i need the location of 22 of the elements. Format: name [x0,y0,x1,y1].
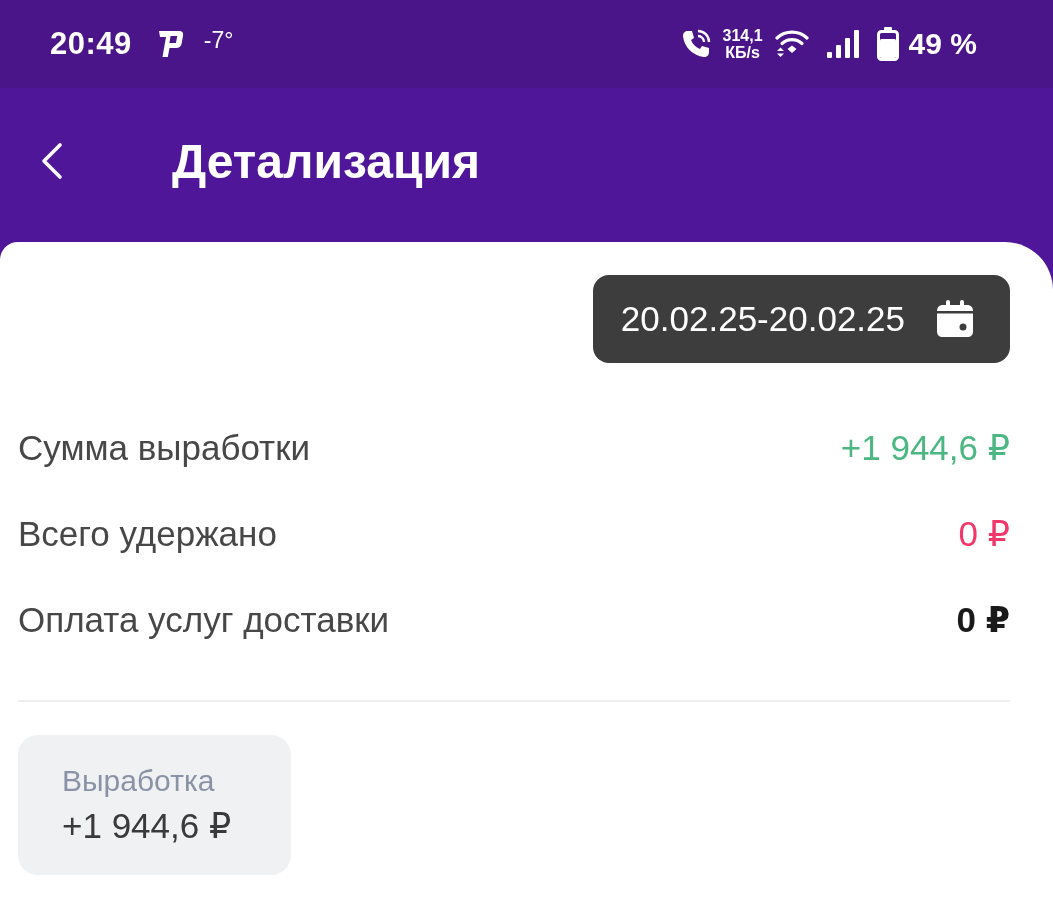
summary-amount: 0 ₽ [958,514,1010,554]
temperature-text: -7° [203,26,234,54]
app-logo-icon [157,29,184,59]
network-speed-unit: КБ/s [725,44,760,61]
summary-label: Сумма выработки [18,428,310,468]
card-label: Выработка [62,763,215,799]
card-amount: +1 944,6 ₽ [62,805,232,847]
wifi-icon [774,29,809,59]
battery-percent: 49 % [908,27,977,61]
screen-title: Детализация [172,133,480,189]
signal-icon [826,29,859,59]
summary-label: Всего удержано [18,514,277,554]
summary-label: Оплата услуг доставки [18,600,390,640]
phone-call-icon [680,29,711,59]
network-speed-value: 314,1 [722,27,763,44]
date-range-button[interactable]: 20.02.25-20.02.25 [592,275,1010,363]
summary-amount: +1 944,6 ₽ [840,428,1010,468]
chevron-left-icon [41,142,63,180]
summary-amount: 0 ₽ [956,600,1010,640]
calendar-icon [937,300,973,338]
battery-icon [876,27,899,61]
clock-time: 20:49 [50,26,132,62]
